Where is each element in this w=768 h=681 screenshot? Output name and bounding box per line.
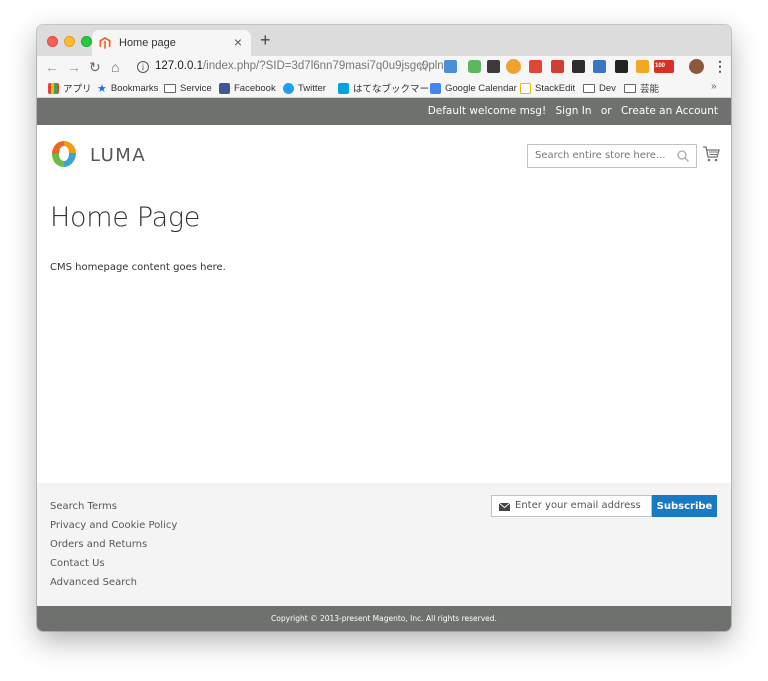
bookmark-star-icon[interactable]: ☆ bbox=[417, 58, 430, 74]
gmail-badge: 100 bbox=[655, 63, 666, 69]
bookmark-geinou[interactable]: 芸能 bbox=[624, 81, 659, 95]
footer-link-advanced-search[interactable]: Advanced Search bbox=[50, 573, 177, 592]
shield-icon[interactable] bbox=[487, 60, 500, 73]
bookmark-label: StackEdit bbox=[535, 82, 576, 94]
luma-logo-icon[interactable] bbox=[51, 140, 77, 168]
panel-header: Default welcome msg! Sign In or Create a… bbox=[37, 98, 731, 125]
address-bar[interactable]: i 127.0.0.1/index.php/?SID=3d7l6nn79masi… bbox=[129, 57, 444, 77]
tab-strip: Home page × + bbox=[37, 25, 731, 56]
footer: Search Terms Privacy and Cookie Policy O… bbox=[37, 483, 731, 606]
url-host: 127.0.0.1 bbox=[155, 60, 203, 72]
bookmarks-bar: アプリ ★ Bookmarks Service Facebook Twitter … bbox=[37, 78, 731, 98]
feed-icon[interactable] bbox=[593, 60, 606, 73]
calendar-icon bbox=[430, 82, 441, 94]
sign-in-link[interactable]: Sign In bbox=[556, 105, 592, 117]
bookmark-label: Facebook bbox=[234, 82, 276, 94]
bookmarks-overflow-icon[interactable]: » bbox=[711, 81, 717, 92]
apps-grid-icon bbox=[48, 82, 59, 94]
hatena-icon bbox=[338, 82, 349, 94]
folder-icon bbox=[624, 83, 636, 93]
search-input[interactable]: Search entire store here... bbox=[535, 150, 666, 161]
bookmark-label: Google Calendar bbox=[445, 82, 517, 94]
magento-favicon-icon bbox=[99, 37, 111, 49]
grid-icon[interactable] bbox=[468, 60, 481, 73]
bookmark-bookmarks[interactable]: ★ Bookmarks bbox=[97, 81, 158, 95]
bookmark-hatena[interactable]: はてなブックマーク bbox=[338, 81, 439, 95]
gmail-icon[interactable]: 100 bbox=[654, 60, 674, 73]
folder-icon bbox=[164, 83, 176, 93]
zoom-window-button[interactable] bbox=[81, 36, 92, 47]
browser-toolbar: ← → ↻ ⌂ i 127.0.0.1/index.php/?SID=3d7l6… bbox=[37, 56, 731, 78]
footer-links: Search Terms Privacy and Cookie Policy O… bbox=[50, 497, 177, 592]
copyright-bar: Copyright © 2013-present Magento, Inc. A… bbox=[37, 606, 731, 631]
bookmark-label: はてなブックマーク bbox=[353, 84, 439, 95]
reload-icon[interactable]: ↻ bbox=[89, 58, 101, 76]
header-links: Default welcome msg! Sign In or Create a… bbox=[422, 105, 718, 117]
footer-link-privacy[interactable]: Privacy and Cookie Policy bbox=[50, 516, 177, 535]
store-page: Default welcome msg! Sign In or Create a… bbox=[37, 98, 731, 631]
bookmark-google-calendar[interactable]: Google Calendar bbox=[430, 81, 517, 95]
minimize-window-button[interactable] bbox=[64, 36, 75, 47]
stackedit-icon bbox=[520, 82, 531, 94]
bookmark-facebook[interactable]: Facebook bbox=[219, 81, 276, 95]
new-tab-button[interactable]: + bbox=[260, 31, 271, 49]
bookmark-label: Bookmarks bbox=[110, 82, 159, 94]
graph-icon[interactable] bbox=[636, 60, 649, 73]
back-arrow-icon[interactable]: ← bbox=[45, 58, 59, 76]
bookmark-label: 芸能 bbox=[640, 84, 660, 95]
pocket-icon[interactable] bbox=[529, 60, 542, 73]
profile-avatar[interactable] bbox=[689, 59, 704, 74]
info-icon[interactable]: i bbox=[137, 61, 149, 73]
translate-icon[interactable] bbox=[551, 60, 564, 73]
folder-icon bbox=[583, 83, 595, 93]
footer-link-contact-us[interactable]: Contact Us bbox=[50, 554, 177, 573]
copyright-text: Copyright © 2013-present Magento, Inc. A… bbox=[271, 614, 497, 623]
footer-link-orders-returns[interactable]: Orders and Returns bbox=[50, 535, 177, 554]
bookmark-dev[interactable]: Dev bbox=[583, 81, 616, 95]
tab-title: Home page bbox=[119, 37, 176, 49]
bookmark-label: アプリ bbox=[63, 84, 92, 95]
tab-home-page[interactable]: Home page × bbox=[92, 30, 251, 56]
footer-link-search-terms[interactable]: Search Terms bbox=[50, 497, 177, 516]
forward-arrow-icon[interactable]: → bbox=[67, 58, 81, 76]
page-title: Home Page bbox=[50, 202, 201, 233]
url-text[interactable]: 127.0.0.1/index.php/?SID=3d7l6nn79masi7q… bbox=[155, 60, 444, 72]
bookmark-service[interactable]: Service bbox=[164, 81, 212, 95]
bookmark-twitter[interactable]: Twitter bbox=[283, 81, 326, 95]
puzzle-icon[interactable] bbox=[444, 60, 457, 73]
bookmark-label: Service bbox=[180, 82, 212, 94]
facebook-icon bbox=[219, 82, 230, 94]
envelope-icon bbox=[499, 503, 510, 511]
url-path: /index.php/?SID=3d7l6nn79masi7q0u9jsgc0p… bbox=[202, 60, 444, 72]
bookmark-label: Twitter bbox=[298, 82, 326, 94]
browser-menu-icon[interactable]: ⋮ bbox=[713, 58, 727, 74]
welcome-message: Default welcome msg! bbox=[427, 105, 547, 117]
subscribe-button[interactable]: Subscribe bbox=[652, 495, 717, 517]
or-text: or bbox=[600, 105, 612, 117]
newsletter-form: Enter your email address Subscribe bbox=[491, 495, 717, 517]
star-icon: ★ bbox=[97, 82, 107, 95]
cms-content-text: CMS homepage content goes here. bbox=[50, 262, 226, 273]
bookmark-icon[interactable] bbox=[615, 60, 628, 73]
twitter-icon bbox=[283, 82, 294, 94]
bookmark-label: Dev bbox=[599, 82, 616, 94]
se-icon[interactable] bbox=[572, 60, 585, 73]
bookmark-stackedit[interactable]: StackEdit bbox=[520, 81, 575, 95]
close-window-button[interactable] bbox=[47, 36, 58, 47]
home-icon[interactable]: ⌂ bbox=[111, 58, 119, 76]
newsletter-email-input[interactable]: Enter your email address bbox=[491, 495, 652, 517]
search-icon[interactable] bbox=[676, 149, 690, 163]
luma-brand-text[interactable]: LUMA bbox=[90, 145, 146, 166]
create-account-link[interactable]: Create an Account bbox=[621, 105, 718, 117]
tab-close-icon[interactable]: × bbox=[234, 34, 242, 50]
cart-icon[interactable] bbox=[702, 145, 720, 163]
browser-window: Home page × + ← → ↻ ⌂ i 127.0.0.1/index.… bbox=[37, 25, 731, 631]
target-icon[interactable] bbox=[506, 59, 521, 74]
bookmark-apps[interactable]: アプリ bbox=[48, 81, 92, 95]
search-field[interactable]: Search entire store here... bbox=[527, 144, 697, 168]
newsletter-placeholder: Enter your email address bbox=[515, 500, 641, 511]
